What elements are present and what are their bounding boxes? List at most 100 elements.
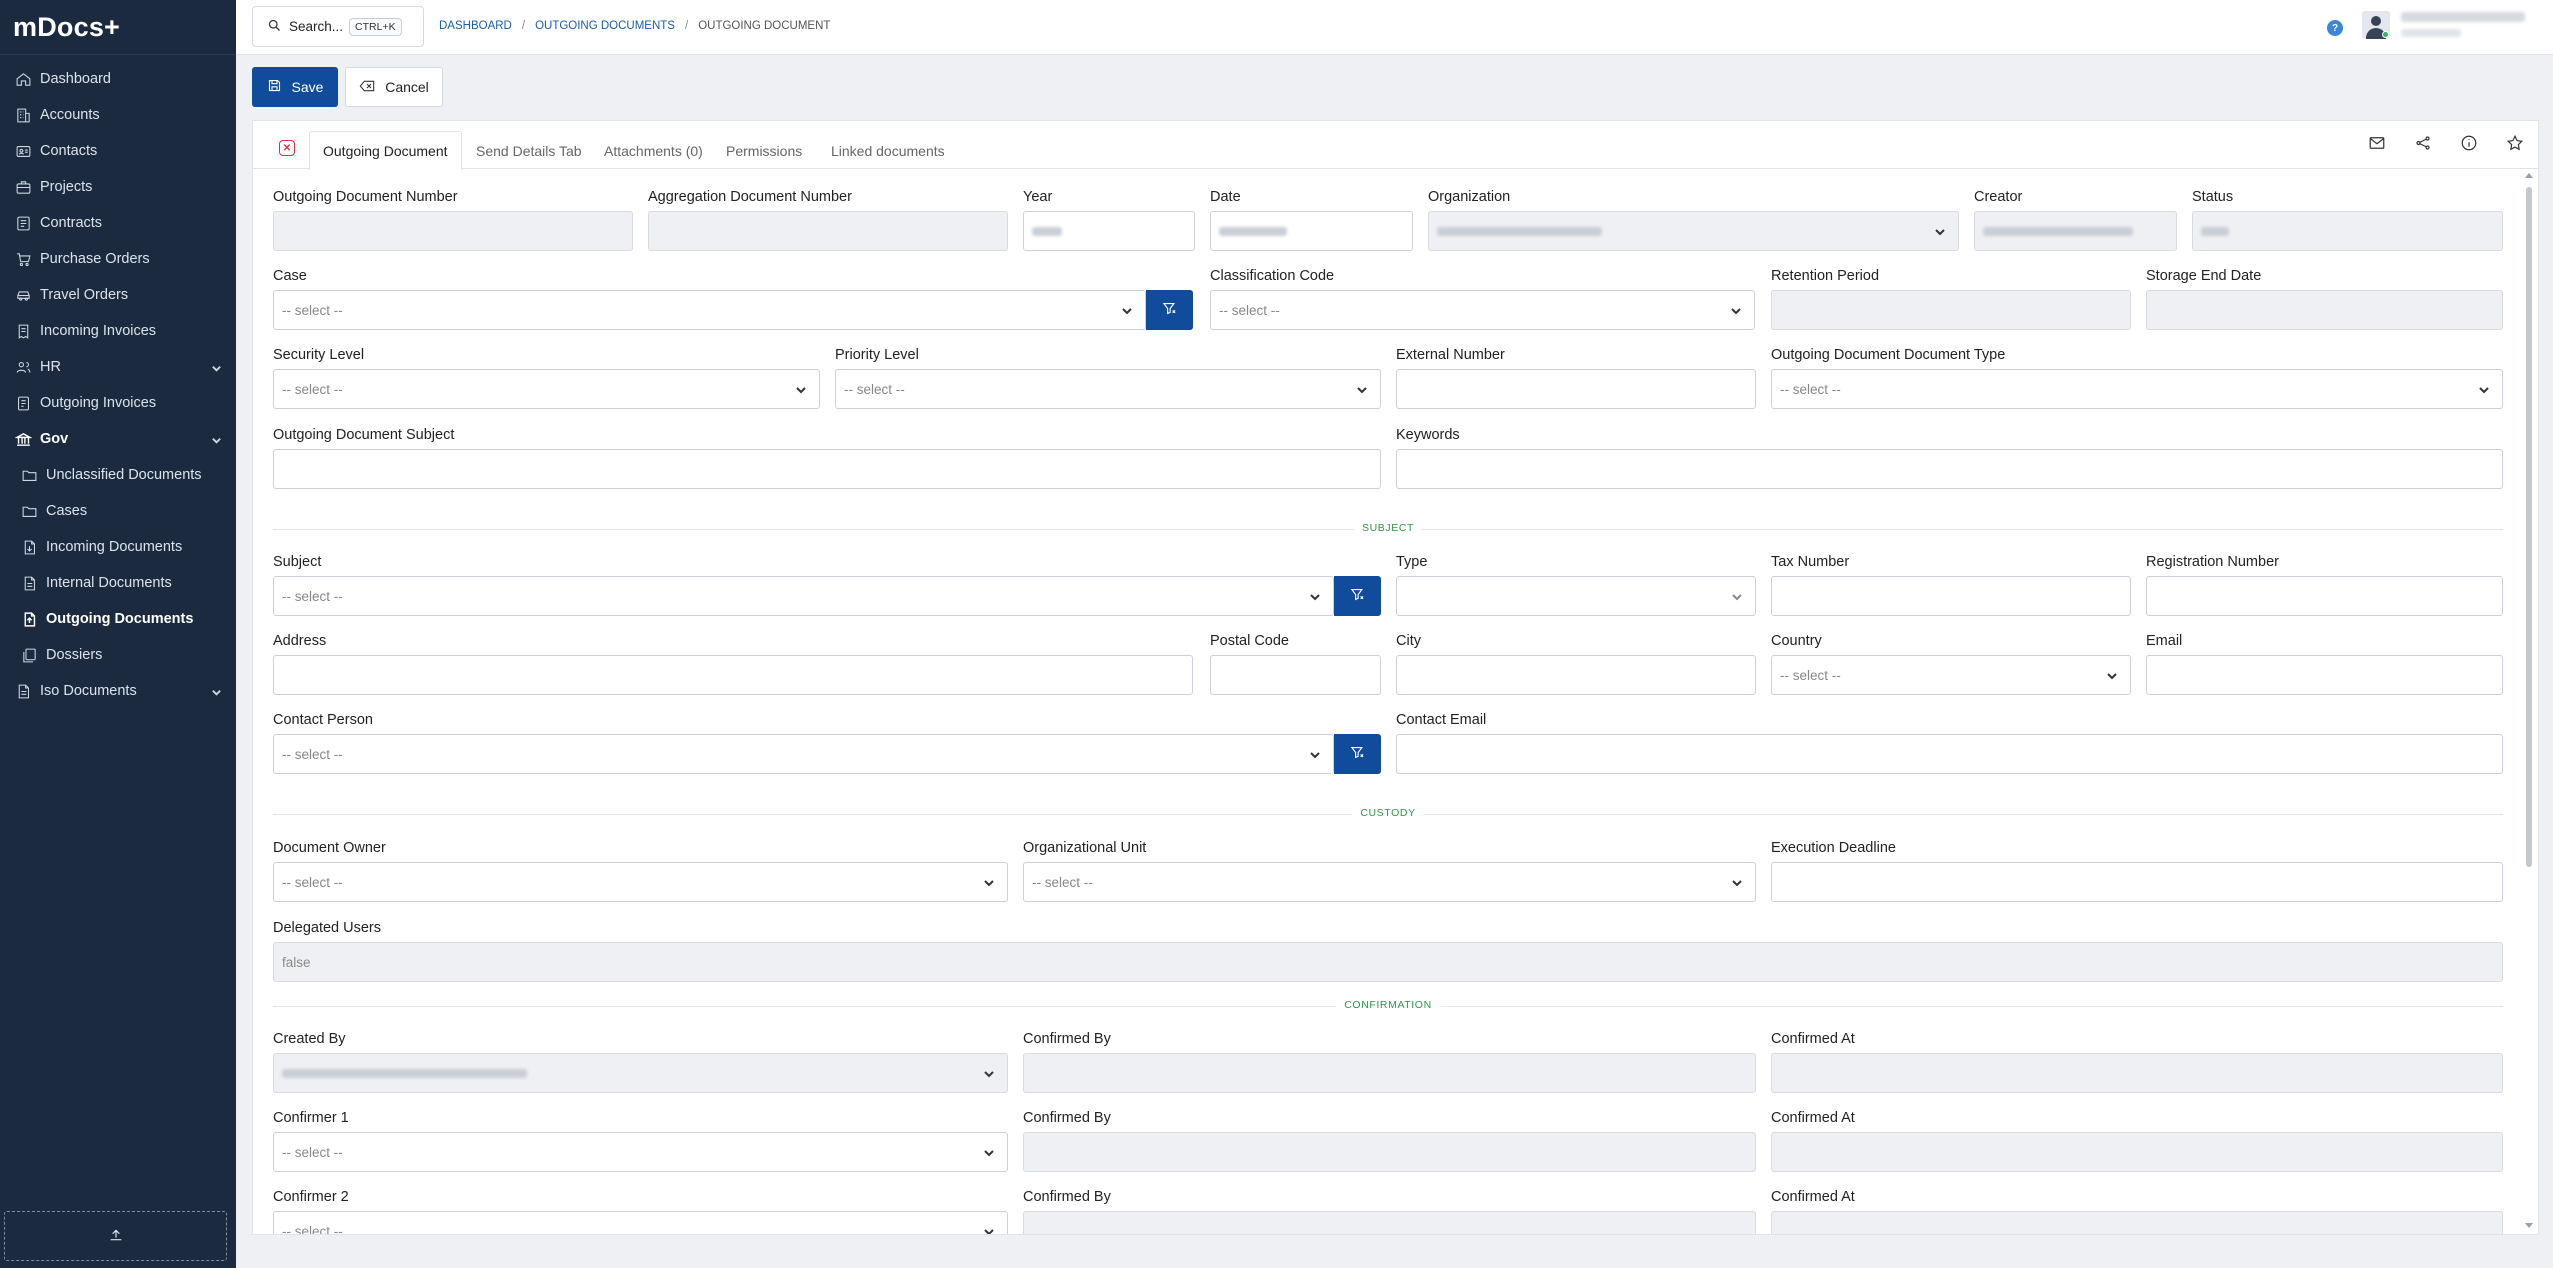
search-input[interactable]: Search... CTRL+K xyxy=(252,6,424,47)
close-icon[interactable]: ✕ xyxy=(279,140,295,156)
retention-period-field xyxy=(1771,290,2131,330)
sidebar-item-label: Internal Documents xyxy=(46,575,172,591)
sidebar-item-purchase-orders[interactable]: Purchase Orders xyxy=(0,241,236,277)
tab-permissions[interactable]: Permissions xyxy=(713,131,815,170)
status-field xyxy=(2192,211,2503,251)
chevron-down-icon[interactable] xyxy=(211,686,222,702)
section-custody: CUSTODY xyxy=(273,807,2503,821)
organization-select[interactable] xyxy=(1428,211,1959,251)
document-owner-select[interactable]: -- select -- xyxy=(273,862,1008,902)
sidebar-item-contacts[interactable]: Contacts xyxy=(0,133,236,169)
sidebar-item-gov[interactable]: Gov xyxy=(0,421,236,457)
aggregation-number-field xyxy=(648,211,1008,251)
sidebar-item-cases[interactable]: Cases xyxy=(0,493,236,529)
sidebar-item-contracts[interactable]: Contracts xyxy=(0,205,236,241)
type-select[interactable] xyxy=(1396,576,1756,616)
address-field[interactable] xyxy=(273,655,1193,695)
org-unit-select[interactable]: -- select -- xyxy=(1023,862,1756,902)
classification-code-select[interactable]: -- select -- xyxy=(1210,290,1755,330)
sidebar-item-accounts[interactable]: Accounts xyxy=(0,97,236,133)
document-subject-field[interactable] xyxy=(273,449,1381,489)
case-select[interactable]: -- select -- xyxy=(273,290,1146,330)
country-select[interactable]: -- select -- xyxy=(1771,655,2131,695)
share-icon[interactable] xyxy=(2400,134,2446,152)
sidebar-item-label: Contacts xyxy=(40,143,98,159)
chevron-down-icon[interactable] xyxy=(211,434,222,450)
case-filter-button[interactable] xyxy=(1146,290,1193,330)
confirmed-by-field xyxy=(1023,1053,1756,1093)
chevron-down-icon xyxy=(1934,226,1946,241)
sidebar-item-outgoing-invoices[interactable]: Outgoing Invoices xyxy=(0,385,236,421)
registration-number-field[interactable] xyxy=(2146,576,2503,616)
label-status: Status xyxy=(2192,189,2234,205)
star-icon[interactable] xyxy=(2492,134,2538,152)
city-field[interactable] xyxy=(1396,655,1756,695)
sidebar-item-dashboard[interactable]: Dashboard xyxy=(0,61,236,97)
sidebar-item-dossiers[interactable]: Dossiers xyxy=(0,637,236,673)
breadcrumb-dashboard[interactable]: DASHBOARD xyxy=(439,20,512,32)
cancel-button[interactable]: Cancel xyxy=(345,67,443,107)
sidebar-item-travel-orders[interactable]: Travel Orders xyxy=(0,277,236,313)
label-keywords: Keywords xyxy=(1396,427,1460,443)
confirmed-at-field xyxy=(1771,1053,2503,1093)
label-postal-code: Postal Code xyxy=(1210,633,1289,649)
scrollbar-thumb[interactable] xyxy=(2526,187,2532,867)
scroll-up-arrow[interactable] xyxy=(2525,173,2533,178)
doc-type-select[interactable]: -- select -- xyxy=(1771,369,2503,409)
scroll-down-arrow[interactable] xyxy=(2525,1223,2533,1228)
security-level-select[interactable]: -- select -- xyxy=(273,369,820,409)
sidebar-item-incoming-invoices[interactable]: Incoming Invoices xyxy=(0,313,236,349)
sidebar-item-hr[interactable]: HR xyxy=(0,349,236,385)
label-priority-level: Priority Level xyxy=(835,347,919,363)
invoice-icon xyxy=(14,322,32,340)
external-number-field[interactable] xyxy=(1396,369,1756,409)
tab-send-details[interactable]: Send Details Tab xyxy=(463,131,595,170)
tax-number-field[interactable] xyxy=(1771,576,2131,616)
contact-email-field[interactable] xyxy=(1396,734,2503,774)
app-logo[interactable]: mDocs+ xyxy=(0,0,236,55)
confirmer-2-select[interactable]: -- select -- xyxy=(273,1211,1008,1234)
subject-select[interactable]: -- select -- xyxy=(273,576,1334,616)
info-icon[interactable] xyxy=(2446,134,2492,152)
invoice-out-icon xyxy=(14,394,32,412)
execution-deadline-field[interactable] xyxy=(1771,862,2503,902)
label-org-unit: Organizational Unit xyxy=(1023,840,1147,856)
year-field[interactable] xyxy=(1023,211,1195,251)
label-creator: Creator xyxy=(1974,189,2023,205)
tab-outgoing-document[interactable]: Outgoing Document xyxy=(309,131,462,170)
chevron-down-icon[interactable] xyxy=(211,362,222,378)
section-subject: SUBJECT xyxy=(273,522,2503,536)
users-icon xyxy=(14,358,32,376)
sidebar-item-internal-documents[interactable]: Internal Documents xyxy=(0,565,236,601)
confirmer-1-select[interactable]: -- select -- xyxy=(273,1132,1008,1172)
subject-filter-button[interactable] xyxy=(1334,576,1381,616)
chevron-down-icon xyxy=(2106,670,2118,685)
sidebar-item-iso-documents[interactable]: Iso Documents xyxy=(0,673,236,709)
priority-level-select[interactable]: -- select -- xyxy=(835,369,1381,409)
label-city: City xyxy=(1396,633,1421,649)
breadcrumb-outgoing-documents[interactable]: OUTGOING DOCUMENTS xyxy=(535,20,675,32)
contact-person-select[interactable]: -- select -- xyxy=(273,734,1334,774)
avatar[interactable] xyxy=(2362,11,2390,39)
tab-attachments[interactable]: Attachments (0) xyxy=(591,131,716,170)
sidebar-item-unclassified-documents[interactable]: Unclassified Documents xyxy=(0,457,236,493)
help-icon[interactable]: ? xyxy=(2327,20,2343,36)
sidebar-item-incoming-documents[interactable]: Incoming Documents xyxy=(0,529,236,565)
sidebar-item-outgoing-documents[interactable]: Outgoing Documents xyxy=(0,601,236,637)
date-field[interactable] xyxy=(1210,211,1413,251)
tab-linked-documents[interactable]: Linked documents xyxy=(818,131,958,170)
postal-code-field[interactable] xyxy=(1210,655,1381,695)
breadcrumb-separator: / xyxy=(684,20,689,32)
keywords-field[interactable] xyxy=(1396,449,2503,489)
created-by-select[interactable] xyxy=(273,1053,1008,1093)
sidebar-item-projects[interactable]: Projects xyxy=(0,169,236,205)
org-unit-value: -- select -- xyxy=(1032,874,1093,890)
label-type: Type xyxy=(1396,554,1428,570)
label-execution-deadline: Execution Deadline xyxy=(1771,840,1896,856)
email-field[interactable] xyxy=(2146,655,2503,695)
contact-person-filter-button[interactable] xyxy=(1334,734,1381,774)
upload-dropzone[interactable] xyxy=(4,1211,227,1261)
user-name[interactable] xyxy=(2401,12,2525,37)
save-button[interactable]: Save xyxy=(252,67,338,107)
email-icon[interactable] xyxy=(2354,134,2400,152)
